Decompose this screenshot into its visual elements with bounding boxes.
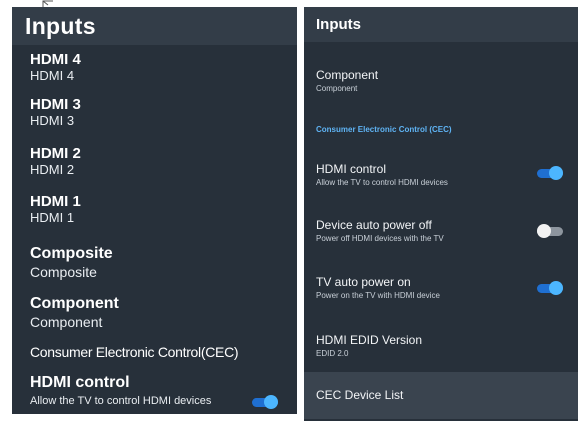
input-item-subtitle: HDMI 2 bbox=[30, 162, 75, 177]
hdmi-control-toggle[interactable] bbox=[537, 166, 563, 180]
setting-value: EDID 2.0 bbox=[316, 349, 349, 358]
cec-section-label: Consumer Electronic Control (CEC) bbox=[316, 125, 452, 134]
input-item-subtitle: Composite bbox=[30, 264, 97, 280]
device-auto-power-off-setting[interactable]: Device auto power off Power off HDMI dev… bbox=[316, 218, 566, 245]
inputs-panel-right: Inputs Component Component Consumer Elec… bbox=[304, 7, 578, 421]
setting-description: Allow the TV to control HDMI devices bbox=[30, 395, 212, 407]
setting-title: CEC Device List bbox=[316, 388, 404, 402]
hdmi-edid-version-setting[interactable]: HDMI EDID Version EDID 2.0 bbox=[316, 333, 566, 360]
hdmi-control-toggle[interactable] bbox=[252, 395, 278, 409]
setting-description: Power on the TV with HDMI device bbox=[316, 291, 440, 300]
setting-title: HDMI control bbox=[316, 162, 387, 176]
input-item-component[interactable]: Component Component bbox=[316, 68, 566, 95]
input-item-title: HDMI 2 bbox=[30, 145, 81, 162]
tv-auto-power-on-setting[interactable]: TV auto power on Power on the TV with HD… bbox=[316, 275, 566, 302]
input-item-subtitle: HDMI 3 bbox=[30, 113, 75, 128]
hdmi-control-setting[interactable]: HDMI control Allow the TV to control HDM… bbox=[30, 373, 287, 413]
setting-title: HDMI control bbox=[30, 374, 130, 391]
setting-title: HDMI EDID Version bbox=[316, 333, 423, 347]
tv-auto-power-on-toggle[interactable] bbox=[537, 281, 563, 295]
page-title: Inputs bbox=[12, 7, 297, 45]
inputs-panel-left: Inputs HDMI 4 HDMI 4 HDMI 3 HDMI 3 HDMI … bbox=[12, 7, 297, 414]
input-item-title: HDMI 4 bbox=[30, 51, 81, 68]
input-item-subtitle: Component bbox=[30, 314, 103, 330]
page-title: Inputs bbox=[304, 7, 578, 42]
input-item-subtitle: HDMI 4 bbox=[30, 68, 75, 83]
input-item-subtitle: HDMI 1 bbox=[30, 210, 75, 225]
input-item-hdmi-1[interactable]: HDMI 1 HDMI 1 bbox=[30, 193, 287, 226]
setting-description: Power off HDMI devices with the TV bbox=[316, 234, 444, 243]
input-item-hdmi-3[interactable]: HDMI 3 HDMI 3 bbox=[30, 96, 287, 129]
setting-title: Device auto power off bbox=[316, 218, 432, 232]
setting-title: TV auto power on bbox=[316, 275, 411, 289]
input-item-component[interactable]: Component Component bbox=[30, 294, 287, 331]
input-item-hdmi-2[interactable]: HDMI 2 HDMI 2 bbox=[30, 145, 287, 178]
input-item-title: Component bbox=[316, 68, 379, 82]
input-item-title: Composite bbox=[30, 245, 113, 262]
input-item-composite[interactable]: Composite Composite bbox=[30, 244, 287, 281]
cec-device-list-item[interactable]: CEC Device List bbox=[304, 372, 578, 419]
input-item-subtitle: Component bbox=[316, 84, 358, 93]
cec-section-label: Consumer Electronic Control(CEC) bbox=[30, 344, 239, 360]
input-item-title: HDMI 3 bbox=[30, 96, 81, 113]
setting-description: Allow the TV to control HDMI devices bbox=[316, 178, 448, 187]
device-auto-power-off-toggle[interactable] bbox=[537, 224, 563, 238]
hdmi-control-setting[interactable]: HDMI control Allow the TV to control HDM… bbox=[316, 162, 566, 189]
input-item-title: Component bbox=[30, 295, 119, 312]
input-item-title: HDMI 1 bbox=[30, 193, 81, 210]
input-item-hdmi-4[interactable]: HDMI 4 HDMI 4 bbox=[30, 51, 287, 84]
